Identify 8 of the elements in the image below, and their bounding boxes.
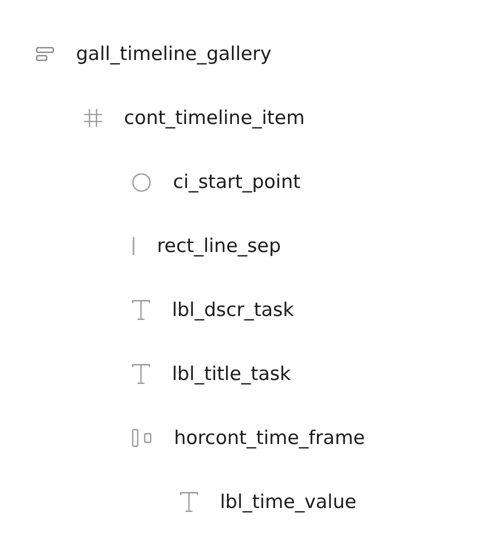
layer-name[interactable]: gall_timeline_gallery xyxy=(76,43,272,65)
layer-name[interactable]: horcont_time_frame xyxy=(174,427,365,449)
layer-name[interactable]: cont_timeline_item xyxy=(124,107,305,129)
layer-name[interactable]: ci_start_point xyxy=(173,171,300,193)
layer-name[interactable]: lbl_dscr_task xyxy=(172,299,294,321)
layer-name[interactable]: rect_line_sep xyxy=(157,235,281,257)
layer-name[interactable]: lbl_title_task xyxy=(172,363,291,385)
layer-name[interactable]: lbl_time_value xyxy=(220,491,356,513)
